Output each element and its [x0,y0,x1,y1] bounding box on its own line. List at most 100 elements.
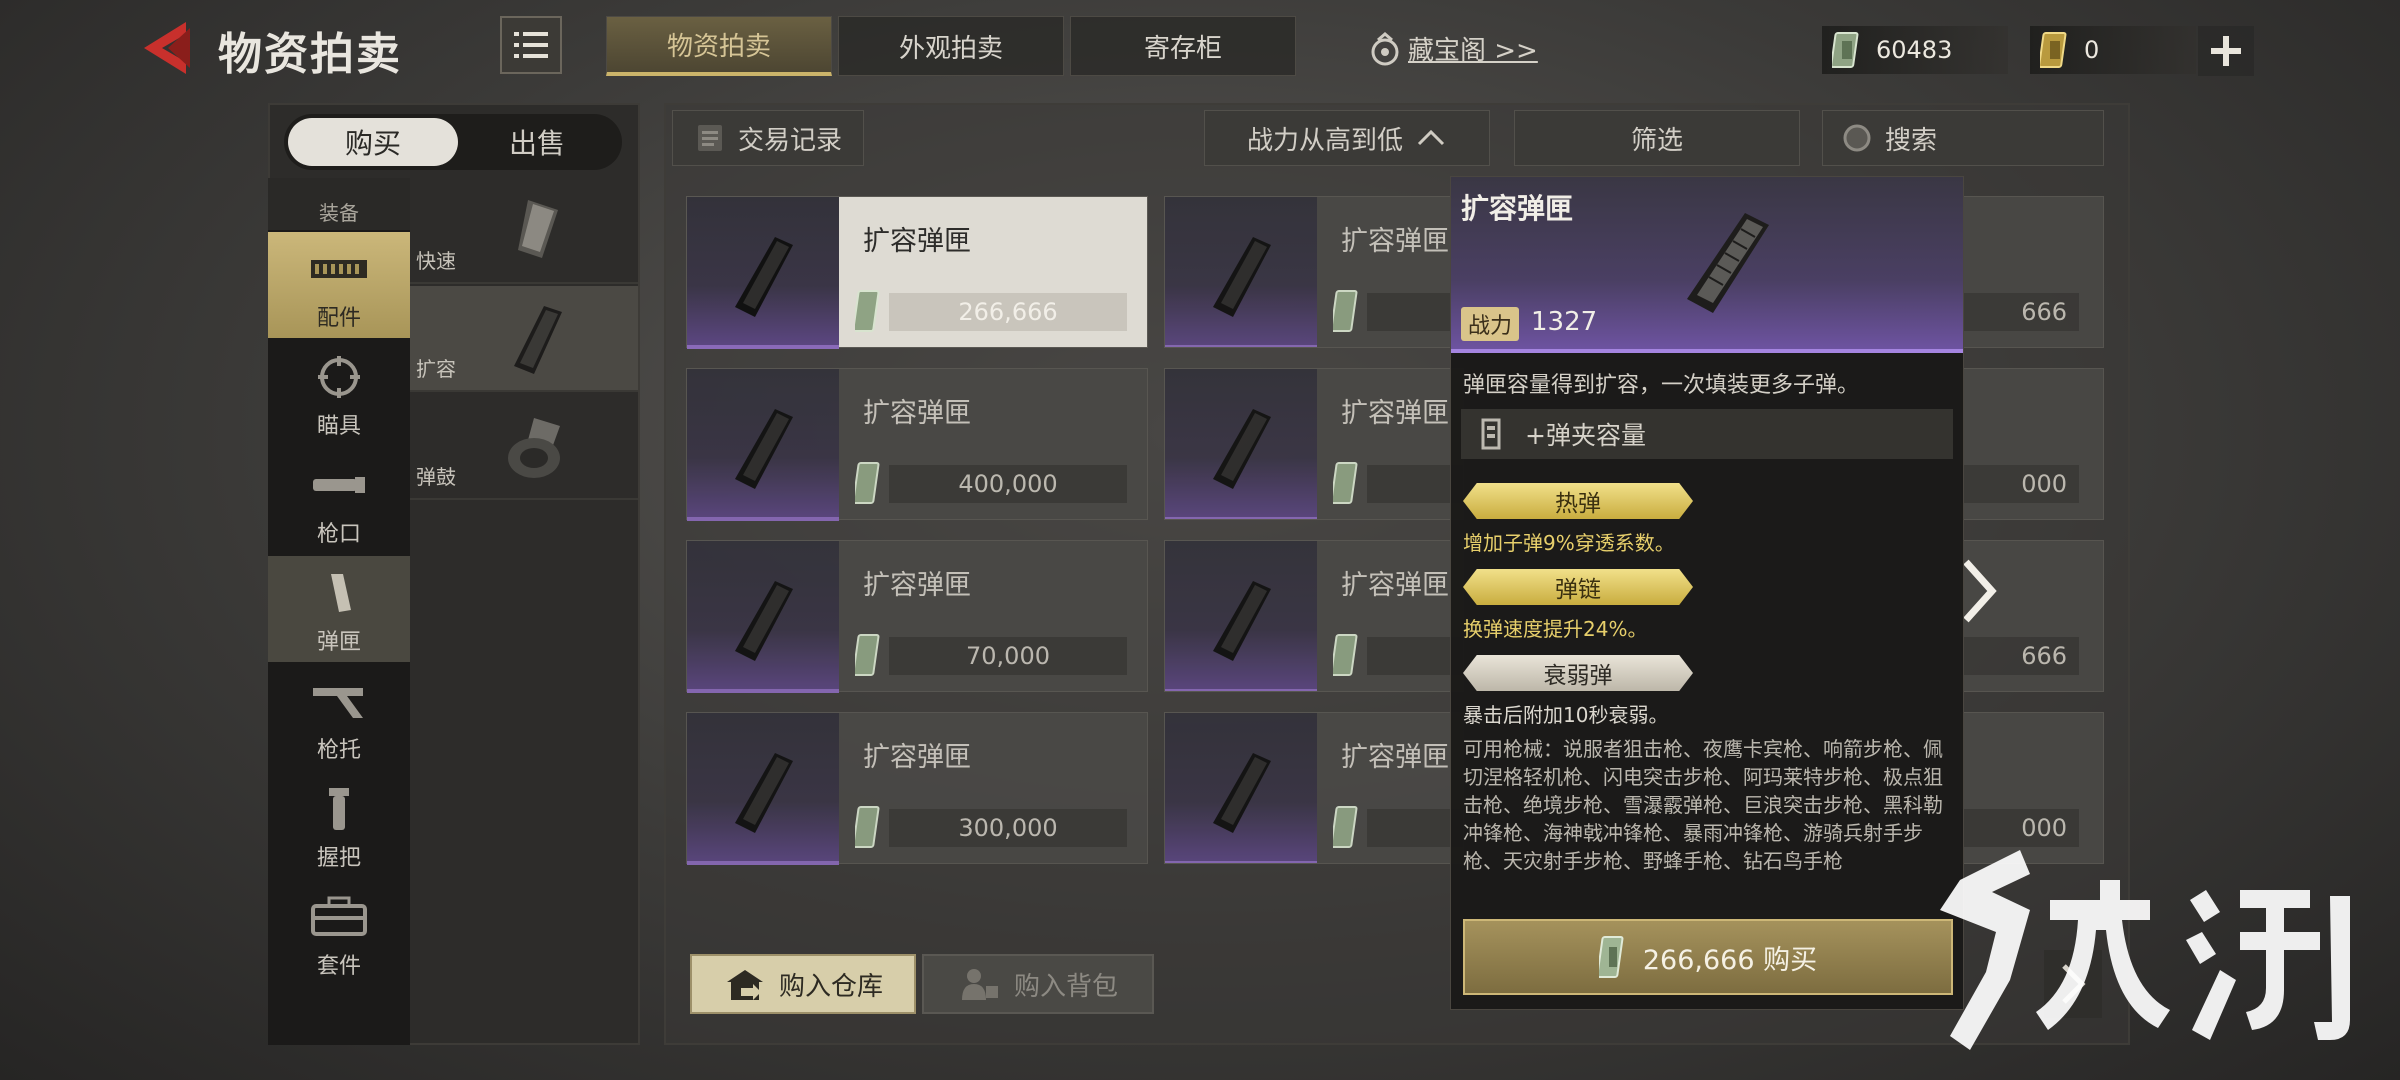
category-muzzle[interactable]: 枪口 [268,448,410,554]
item-price: 666 [1961,293,2079,331]
item-price: 266,666 [889,293,1127,331]
tab-material-auction[interactable]: 物资拍卖 [606,16,832,76]
cash-icon [1333,290,1358,332]
power-badge: 战力 [1461,307,1519,341]
tooltip-description: 弹匣容量得到扩容，一次填装更多子弹。 [1463,373,1860,398]
subcategory-label: 扩容 [416,357,456,381]
item-card[interactable]: 扩容弹匣 400,000 [686,368,1148,521]
cash-icon [1333,462,1358,504]
compatible-weapons: 可用枪械：说服者狙击枪、夜鹰卡宾枪、响箭步枪、佩切涅格轻机枪、闪电突击步枪、阿玛… [1463,737,1943,873]
item-card[interactable]: 000 [1960,368,2104,520]
item-name: 扩容弹匣 [863,226,971,257]
item-card[interactable]: 666 [1960,196,2104,348]
magazine-icon [1213,237,1271,317]
item-price: 000 [1961,465,2079,503]
extended-magazine-image [1687,213,1769,313]
sort-label: 战力从高到低 [1246,125,1403,156]
category-stock[interactable]: 枪托 [268,664,410,770]
buy-button-label: 266,666 购买 [1642,944,1818,976]
kit-case-icon [311,896,367,936]
cash-icon [1333,634,1358,676]
item-name: 扩容弹匣 [863,742,971,773]
sell-tab[interactable]: 出售 [452,114,622,170]
item-name: 扩容弹匣 [1341,570,1449,601]
item-card[interactable]: 扩容弹匣 266,666 [686,196,1148,349]
buy-tab[interactable]: 购买 [288,118,458,166]
tab-appearance-auction[interactable]: 外观拍卖 [838,16,1064,76]
stat-label: +弹夹容量 [1525,421,1646,450]
item-card[interactable]: 扩容弹匣 300,000 [686,712,1148,865]
subcategory-label: 快速 [416,249,456,273]
item-price: 666 [1961,637,2079,675]
menu-button[interactable] [500,16,562,74]
category-label: 枪口 [316,522,361,547]
magazine-icon [735,409,793,489]
subcategory-quick[interactable]: 快速 [410,178,638,284]
perk-badge: 衰弱弹 [1463,655,1693,691]
jiuyou-logo-watermark [1940,850,2350,1050]
page-title: 物资拍卖 [218,29,402,80]
add-currency-button[interactable] [2198,26,2254,76]
token-balance: 0 [2030,26,2196,74]
trade-records-label: 交易记录 [737,125,842,156]
item-price: 300,000 [889,809,1127,847]
search-icon [1843,124,1871,152]
item-thumbnail [687,197,839,349]
cash-icon [1832,32,1859,68]
category-list: 装备 配件 瞄具 枪口 弹匣 枪托 握把 套件 [268,178,410,1045]
perk-badge: 弹链 [1463,569,1693,605]
accessory-rail-icon [311,260,367,278]
sort-dropdown[interactable]: 战力从高到低 [1204,110,1490,166]
extended-magazine-icon [514,306,562,374]
muzzle-icon [313,477,365,493]
category-scopes[interactable]: 瞄具 [268,340,410,446]
list-icon [514,32,548,58]
cash-icon [1598,936,1624,978]
subcategory-list: 快速 扩容 弹鼓 [410,178,638,508]
records-icon [697,125,722,151]
item-card[interactable]: 扩容弹匣 [1164,712,1464,864]
tab-storage-locker[interactable]: 寄存柜 [1070,16,1296,76]
filter-button[interactable]: 筛选 [1514,110,1800,166]
trade-records-button[interactable]: 交易记录 [672,110,864,166]
category-equipment[interactable]: 装备 [268,178,410,230]
item-thumbnail [687,713,839,865]
subcategory-extended[interactable]: 扩容 [410,286,638,392]
buy-to-backpack-button[interactable]: 购入背包 [922,954,1154,1014]
subcategory-drum[interactable]: 弹鼓 [410,394,638,500]
item-card[interactable]: 扩容弹匣 [1164,540,1464,692]
magazine-icon [735,753,793,833]
tooltip-header: 扩容弹匣 战力 1327 [1451,177,1963,353]
stat-row: +弹夹容量 [1461,409,1953,459]
item-card[interactable]: 扩容弹匣 [1164,368,1464,520]
plus-icon [2211,36,2241,66]
token-amount: 0 [2084,36,2100,64]
cash-balance: 60483 [1822,26,2008,74]
item-card[interactable]: 扩容弹匣 [1164,196,1464,348]
treasure-link-label: 藏宝阁 >> [1408,36,1538,66]
category-label: 套件 [316,954,361,979]
magazine-icon [735,581,793,661]
category-kit[interactable]: 套件 [268,880,410,986]
item-price: 400,000 [889,465,1127,503]
category-grip[interactable]: 握把 [268,772,410,878]
category-magazine[interactable]: 弹匣 [268,556,410,662]
scope-crosshair-icon [318,356,360,398]
stock-icon [313,688,363,718]
search-button[interactable]: 搜索 [1822,110,2104,166]
warehouse-icon [726,970,763,1000]
category-label: 配件 [316,306,361,331]
treasure-pavilion-link[interactable]: 藏宝阁 >> [1368,30,1538,67]
buy-to-warehouse-button[interactable]: 购入仓库 [690,954,916,1014]
item-thumbnail [1165,369,1317,519]
perk-description: 暴击后附加10秒衰弱。 [1463,703,1669,727]
back-button[interactable] [138,18,198,78]
item-thumbnail [687,541,839,693]
category-label: 弹匣 [316,630,361,655]
item-name: 扩容弹匣 [1341,226,1449,257]
magazine-icon [1213,409,1271,489]
category-accessories[interactable]: 配件 [268,232,410,338]
magazine-icon [1213,753,1271,833]
buy-button[interactable]: 266,666 购买 [1463,919,1953,995]
item-card[interactable]: 扩容弹匣 70,000 [686,540,1148,693]
